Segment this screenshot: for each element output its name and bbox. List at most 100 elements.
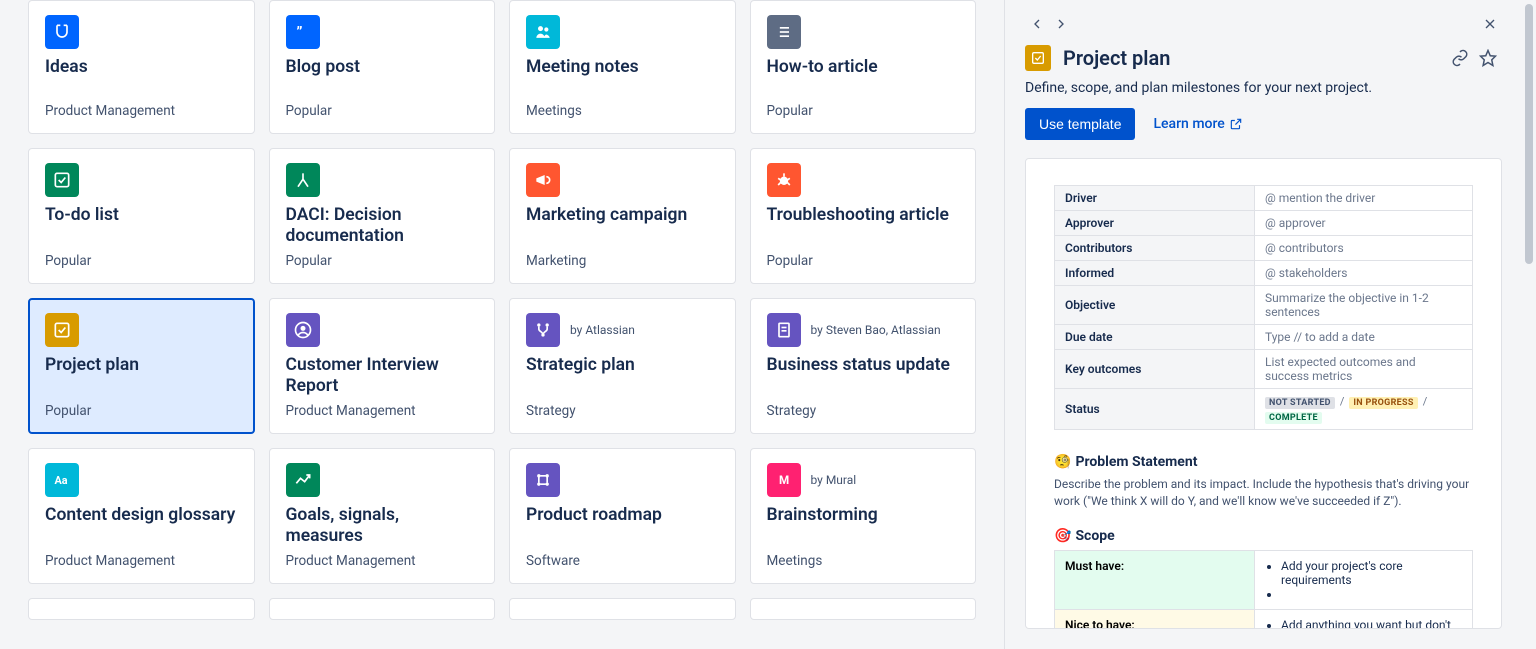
megaphone-icon	[526, 163, 560, 197]
template-card[interactable]: To-do list Popular	[28, 148, 255, 284]
template-byline: by Atlassian	[570, 323, 635, 337]
template-card[interactable]: Ideas Product Management	[28, 0, 255, 134]
doc-icon	[767, 313, 801, 347]
scope-table: Must have: Add your project's core requi…	[1054, 550, 1473, 629]
check-square-icon	[45, 163, 79, 197]
template-category: Meetings	[526, 103, 719, 119]
template-card[interactable]: Project plan Popular	[28, 298, 255, 434]
template-card[interactable]: Product roadmap Software	[509, 448, 736, 584]
learn-more-label: Learn more	[1153, 116, 1224, 132]
template-card[interactable]: DACI: Decision documentation Popular	[269, 148, 496, 284]
template-title: Goals, signals, measures	[286, 505, 479, 547]
template-category: Product Management	[286, 553, 479, 569]
template-byline: by Mural	[811, 473, 857, 487]
status-badge: NOT STARTED	[1265, 397, 1335, 409]
row-value: NOT STARTED / IN PROGRESS / COMPLETE	[1255, 389, 1473, 430]
star-icon[interactable]	[1474, 44, 1502, 72]
row-value: @ approver	[1255, 211, 1473, 236]
chart-icon	[286, 463, 320, 497]
learn-more-link[interactable]: Learn more	[1153, 116, 1242, 132]
template-card[interactable]: How-to article Popular	[750, 0, 977, 134]
table-row: Status NOT STARTED / IN PROGRESS / COMPL…	[1055, 389, 1473, 430]
status-badge: COMPLETE	[1265, 412, 1322, 424]
scope-label: Must have:	[1055, 550, 1255, 609]
plan-icon	[1025, 45, 1051, 71]
use-template-button[interactable]: Use template	[1025, 108, 1135, 140]
row-value: @ mention the driver	[1255, 186, 1473, 211]
plan-icon	[45, 313, 79, 347]
row-value: List expected outcomes and success metri…	[1255, 350, 1473, 389]
people-icon	[526, 15, 560, 49]
panel-description: Define, scope, and plan milestones for y…	[1005, 76, 1522, 108]
svg-text:M: M	[779, 473, 789, 487]
template-title: Customer Interview Report	[286, 355, 479, 397]
template-title: Marketing campaign	[526, 205, 719, 226]
template-category: Popular	[45, 253, 238, 269]
template-title: Business status update	[767, 355, 960, 376]
template-card[interactable]: by Steven Bao, Atlassian Business status…	[750, 298, 977, 434]
template-card[interactable]	[509, 598, 736, 620]
details-panel: Project plan Define, scope, and plan mil…	[1004, 0, 1522, 649]
template-card[interactable]	[269, 598, 496, 620]
scope-value: Add your project's core requirements	[1255, 550, 1473, 609]
prev-button[interactable]	[1025, 12, 1049, 36]
table-row: Due dateType // to add a date	[1055, 325, 1473, 350]
template-category: Popular	[45, 403, 238, 419]
template-category: Software	[526, 553, 719, 569]
template-category: Strategy	[767, 403, 960, 419]
template-card[interactable]	[28, 598, 255, 620]
template-title: How-to article	[767, 57, 960, 78]
template-gallery: Ideas Product Management ” Blog post Pop…	[0, 0, 1004, 649]
template-category: Meetings	[767, 553, 960, 569]
mural-icon: M	[767, 463, 801, 497]
table-row: Key outcomesList expected outcomes and s…	[1055, 350, 1473, 389]
template-title: Brainstorming	[767, 505, 960, 526]
template-title: Troubleshooting article	[767, 205, 960, 226]
template-byline: by Steven Bao, Atlassian	[811, 323, 941, 337]
template-card[interactable]: Goals, signals, measures Product Managem…	[269, 448, 496, 584]
table-row: Must have: Add your project's core requi…	[1055, 550, 1473, 609]
link-icon[interactable]	[1446, 44, 1474, 72]
template-category: Product Management	[286, 403, 479, 419]
template-card[interactable]: M by Mural Brainstorming Meetings	[750, 448, 977, 584]
roadmap-icon	[526, 463, 560, 497]
template-card[interactable]: ” Blog post Popular	[269, 0, 496, 134]
magnet-icon	[45, 15, 79, 49]
template-title: To-do list	[45, 205, 238, 226]
table-row: ObjectiveSummarize the objective in 1-2 …	[1055, 286, 1473, 325]
svg-text:Aa: Aa	[55, 474, 68, 487]
row-label: Status	[1055, 389, 1255, 430]
template-card[interactable]: by Atlassian Strategic plan Strategy	[509, 298, 736, 434]
row-value: Summarize the objective in 1-2 sentences	[1255, 286, 1473, 325]
table-row: Informed@ stakeholders	[1055, 261, 1473, 286]
template-category: Strategy	[526, 403, 719, 419]
aa-icon: Aa	[45, 463, 79, 497]
template-card[interactable]: Troubleshooting article Popular	[750, 148, 977, 284]
template-category: Popular	[767, 253, 960, 269]
scrollbar[interactable]	[1522, 0, 1536, 649]
template-category: Product Management	[45, 103, 238, 119]
row-label: Contributors	[1055, 236, 1255, 261]
scope-label: Nice to have:	[1055, 609, 1255, 629]
row-label: Due date	[1055, 325, 1255, 350]
template-category: Popular	[286, 253, 479, 269]
template-card[interactable]: Marketing campaign Marketing	[509, 148, 736, 284]
scrollbar-thumb[interactable]	[1525, 4, 1533, 264]
next-button[interactable]	[1049, 12, 1073, 36]
row-label: Approver	[1055, 211, 1255, 236]
user-circle-icon	[286, 313, 320, 347]
close-button[interactable]	[1478, 12, 1502, 36]
template-title: Strategic plan	[526, 355, 719, 376]
table-row: Approver@ approver	[1055, 211, 1473, 236]
template-card[interactable]: Aa Content design glossary Product Manag…	[28, 448, 255, 584]
quote-icon: ”	[286, 15, 320, 49]
bug-icon	[767, 163, 801, 197]
template-card[interactable]	[750, 598, 977, 620]
template-preview: Driver@ mention the driverApprover@ appr…	[1025, 158, 1502, 629]
row-value: @ contributors	[1255, 236, 1473, 261]
template-card[interactable]: Customer Interview Report Product Manage…	[269, 298, 496, 434]
template-category: Marketing	[526, 253, 719, 269]
row-label: Objective	[1055, 286, 1255, 325]
problem-statement-heading: 🧐Problem Statement	[1054, 454, 1473, 470]
template-card[interactable]: Meeting notes Meetings	[509, 0, 736, 134]
